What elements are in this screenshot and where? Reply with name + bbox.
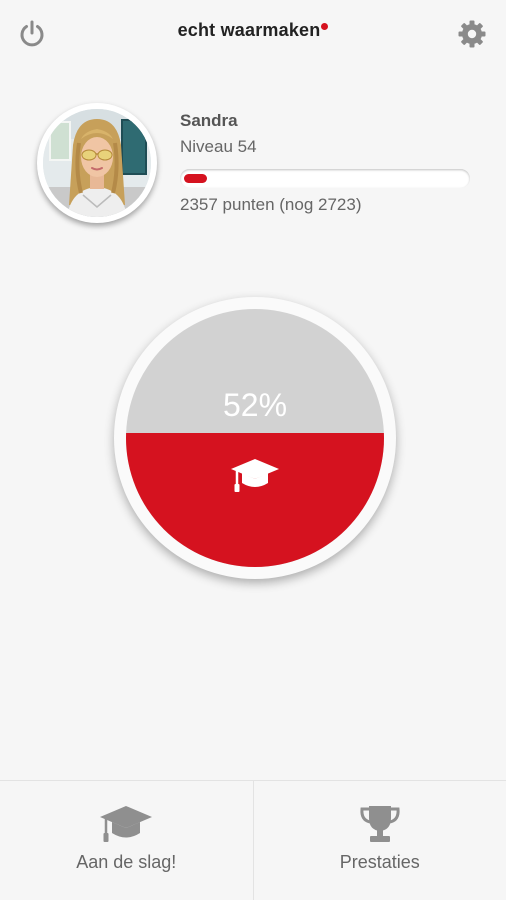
gauge-disc: 52% (126, 309, 384, 567)
user-name: Sandra (180, 111, 238, 130)
gauge-percent: 52% (222, 387, 288, 423)
avatar-illustration (43, 109, 151, 217)
header: echt waarmaken (0, 0, 506, 70)
level-progress-fill (184, 174, 207, 183)
nav-label: Aan de slag! (76, 852, 177, 872)
gauge-fill (126, 432, 384, 567)
brand-dot-icon (321, 23, 329, 30)
avatar[interactable] (37, 103, 157, 223)
level-progress-bar (180, 169, 470, 188)
nav-label: Prestaties (339, 852, 420, 872)
bottom-navigation: Aan de slag! Prestaties (0, 780, 506, 900)
settings-button[interactable] (454, 16, 490, 52)
trophy-icon (360, 806, 400, 842)
graduation-cap-icon (231, 459, 279, 492)
app-screen: echt waarmaken Sandra Niveau 54 2357 pun… (0, 0, 506, 900)
avatar-image (43, 109, 151, 217)
user-level: Niveau 54 (180, 137, 257, 156)
brand-text: echt waarmaken (177, 20, 321, 40)
brand-logo: echt waarmaken (0, 20, 506, 41)
points-text: 2357 punten (nog 2723) (180, 195, 362, 214)
progress-gauge[interactable]: 52% (114, 297, 396, 579)
nav-prestaties[interactable]: Prestaties (252, 781, 506, 900)
nav-aan-de-slag[interactable]: Aan de slag! (0, 781, 253, 900)
graduation-cap-icon (100, 806, 153, 842)
gear-icon (458, 20, 486, 48)
